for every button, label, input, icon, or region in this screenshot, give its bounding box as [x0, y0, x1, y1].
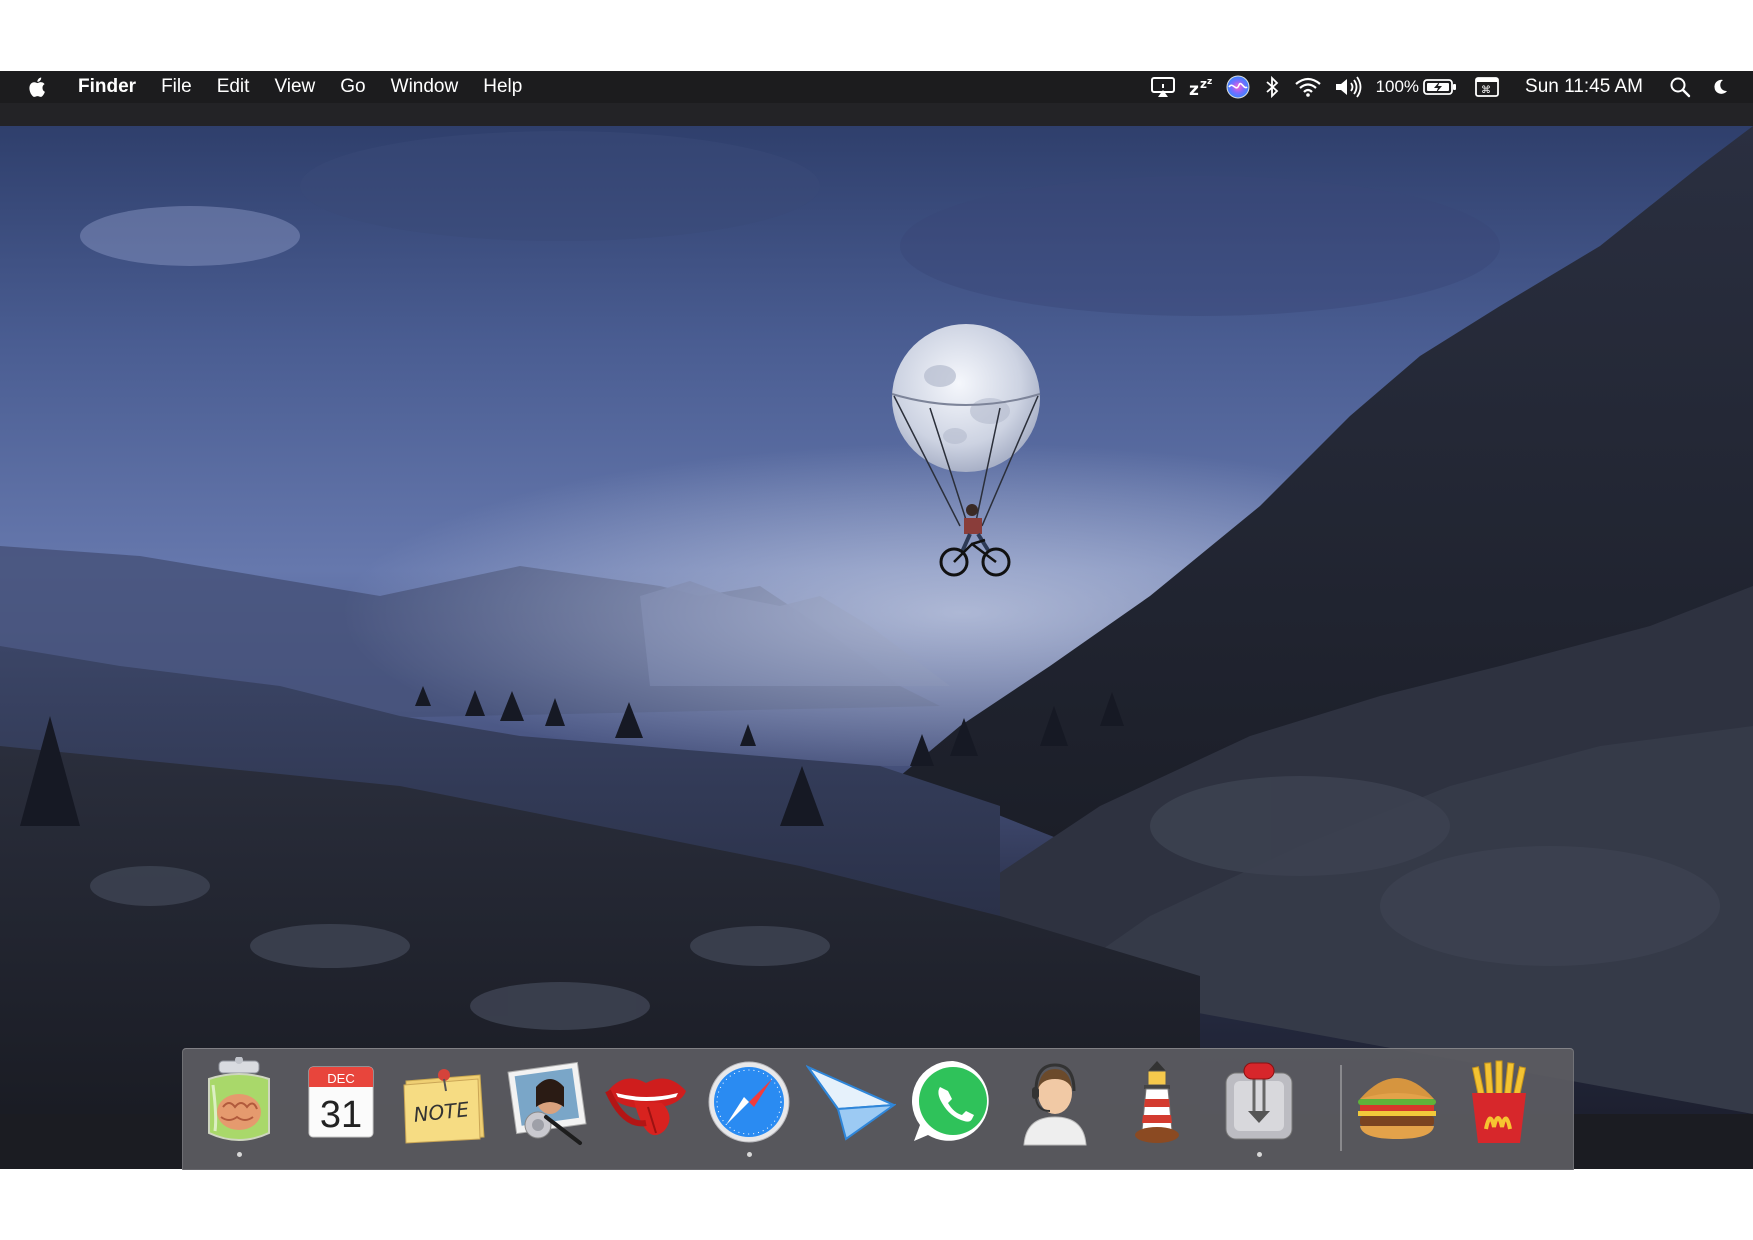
transmission-app-icon: [1225, 1062, 1293, 1140]
notes-app-icon: NOTE: [403, 1069, 485, 1144]
rolling-stones-lips-icon: [605, 1078, 686, 1136]
battery-charging-icon[interactable]: [1423, 73, 1457, 101]
running-indicator: [951, 1152, 956, 1157]
running-indicator: [849, 1152, 854, 1157]
menu-file[interactable]: File: [161, 76, 192, 98]
dock-item-lips[interactable]: [603, 1057, 691, 1161]
whatsapp-app-icon: [911, 1060, 989, 1141]
menu-go[interactable]: Go: [340, 76, 365, 98]
support-agent-app-icon: [1023, 1063, 1087, 1146]
menu-app-finder[interactable]: Finder: [78, 76, 136, 98]
menu-help[interactable]: Help: [483, 76, 522, 98]
running-indicator: [543, 1152, 548, 1157]
running-indicator: [645, 1152, 650, 1157]
dock: DEC 31 NOTE: [182, 1048, 1574, 1170]
calendar-day: 31: [320, 1094, 362, 1136]
running-indicator: [1053, 1152, 1058, 1157]
photo-booth-app-icon: [507, 1061, 587, 1145]
svg-text:z: z: [1207, 77, 1212, 87]
lighthouse-app-icon: [1135, 1061, 1179, 1143]
dock-separator: [1340, 1065, 1342, 1151]
dock-item-support-agent[interactable]: [1011, 1057, 1099, 1161]
running-indicator: [1155, 1152, 1160, 1157]
menu-view[interactable]: View: [274, 76, 315, 98]
running-indicator: [236, 1152, 242, 1157]
apple-menu-icon[interactable]: [24, 73, 52, 101]
dock-item-paper-plane[interactable]: [806, 1057, 896, 1161]
brain-jar-app-icon: [208, 1057, 270, 1141]
dock-item-photo-booth[interactable]: [501, 1057, 589, 1161]
sleep-zzz-icon[interactable]: zzz: [1188, 73, 1214, 101]
volume-icon[interactable]: [1334, 73, 1364, 101]
calendar-app-icon: DEC 31: [308, 1066, 374, 1138]
svg-text:z: z: [1200, 77, 1207, 91]
airplay-icon[interactable]: [1150, 73, 1176, 101]
menu-window[interactable]: Window: [391, 76, 459, 98]
dock-item-notes[interactable]: NOTE: [399, 1057, 487, 1161]
dock-item-burger[interactable]: [1353, 1057, 1441, 1161]
running-indicator: [746, 1152, 752, 1157]
running-indicator: [1256, 1152, 1262, 1157]
dock-item-transmission[interactable]: [1215, 1057, 1303, 1161]
bluetooth-icon[interactable]: [1262, 73, 1282, 101]
wifi-icon[interactable]: [1294, 73, 1322, 101]
running-indicator: [1395, 1152, 1400, 1157]
menubar-clock[interactable]: Sun 11:45 AM: [1525, 76, 1643, 98]
running-indicator: [1497, 1152, 1502, 1157]
dock-item-safari[interactable]: [705, 1057, 793, 1161]
siri-icon[interactable]: [1226, 73, 1250, 101]
fries-app-icon: [1471, 1060, 1527, 1143]
menubar-shadow-strip: [0, 103, 1753, 126]
safari-app-icon: [708, 1061, 790, 1143]
desktop-wallpaper[interactable]: [0, 126, 1753, 1114]
running-indicator: [441, 1152, 446, 1157]
spotlight-search-icon[interactable]: [1669, 73, 1691, 101]
dock-item-whatsapp[interactable]: [909, 1057, 997, 1161]
calendar-month: DEC: [327, 1071, 354, 1086]
dock-item-calendar[interactable]: DEC 31: [297, 1057, 385, 1161]
paper-plane-app-icon: [806, 1065, 896, 1141]
burger-app-icon: [1358, 1078, 1436, 1139]
dock-item-brain-jar[interactable]: [195, 1057, 283, 1161]
keyboard-viewer-icon[interactable]: ⌘: [1475, 73, 1499, 101]
svg-text:⌘: ⌘: [1481, 85, 1491, 96]
running-indicator: [339, 1152, 344, 1157]
dock-item-fries[interactable]: [1455, 1057, 1543, 1161]
night-shift-moon-icon[interactable]: [1711, 73, 1729, 101]
menu-edit[interactable]: Edit: [217, 76, 250, 98]
dock-item-lighthouse[interactable]: [1113, 1057, 1201, 1161]
battery-percent: 100%: [1375, 77, 1420, 96]
menu-bar: Finder File Edit View Go Window Help zzz…: [0, 71, 1753, 103]
svg-text:z: z: [1189, 80, 1199, 98]
